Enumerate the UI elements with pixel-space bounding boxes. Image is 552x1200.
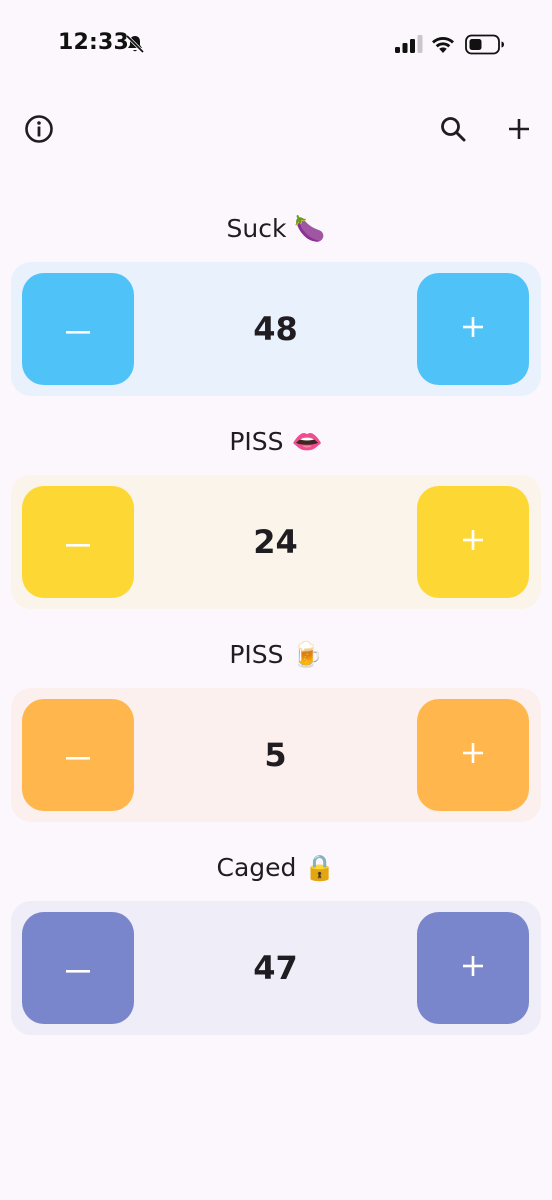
search-icon: [439, 115, 467, 147]
app-bar: [0, 100, 552, 164]
minus-icon: [66, 320, 90, 339]
plus-icon: [461, 315, 485, 343]
battery-icon: [465, 34, 505, 55]
wifi-icon: [430, 33, 456, 55]
decrement-button[interactable]: [22, 912, 134, 1024]
search-button[interactable]: [431, 109, 475, 153]
minus-icon: [66, 746, 90, 765]
plus-icon: [507, 117, 531, 145]
info-icon: [24, 114, 54, 148]
add-counter-button[interactable]: [497, 109, 541, 153]
decrement-button[interactable]: [22, 273, 134, 385]
counter-title: Caged 🔒: [216, 853, 336, 882]
increment-button[interactable]: [417, 273, 529, 385]
counter-title: PISS 🍺: [229, 640, 323, 669]
increment-button[interactable]: [417, 699, 529, 811]
decrement-button[interactable]: [22, 486, 134, 598]
bell-muted-icon: [124, 33, 146, 55]
counter-card: 47: [11, 901, 541, 1035]
status-bar: 12:33: [0, 0, 552, 90]
counter-value: 47: [253, 949, 298, 987]
info-button[interactable]: [17, 109, 61, 153]
minus-icon: [66, 959, 90, 978]
increment-button[interactable]: [417, 486, 529, 598]
signal-icon: [395, 35, 423, 53]
counter-card: 48: [11, 262, 541, 396]
decrement-button[interactable]: [22, 699, 134, 811]
minus-icon: [66, 533, 90, 552]
counter-value: 5: [264, 736, 287, 774]
counter-title: Suck 🍆: [226, 214, 326, 243]
status-time: 12:33: [58, 30, 130, 55]
increment-button[interactable]: [417, 912, 529, 1024]
counter-title: PISS 👄: [229, 427, 323, 456]
plus-icon: [461, 741, 485, 769]
counter-value: 24: [253, 523, 298, 561]
counter-value: 48: [253, 310, 298, 348]
counter-card: 24: [11, 475, 541, 609]
counter-card: 5: [11, 688, 541, 822]
plus-icon: [461, 954, 485, 982]
plus-icon: [461, 528, 485, 556]
